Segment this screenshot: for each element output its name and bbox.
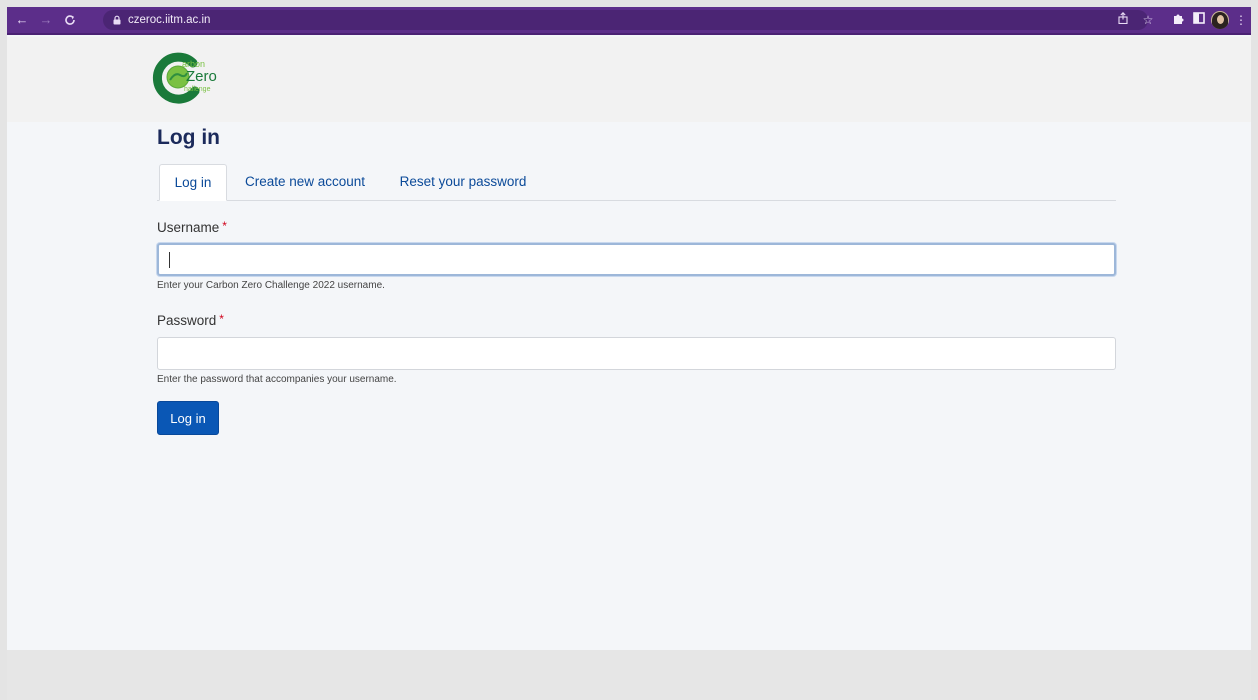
username-required-marker: *	[222, 219, 227, 233]
username-description: Enter your Carbon Zero Challenge 2022 us…	[157, 280, 385, 291]
tab-log-in[interactable]: Log in	[159, 164, 227, 201]
address-bar[interactable]: czeroc.iitm.ac.in	[103, 10, 1148, 30]
extensions-puzzle-icon[interactable]	[1170, 12, 1186, 28]
page-title: Log in	[157, 126, 220, 149]
tab-reset-password[interactable]: Reset your password	[389, 164, 537, 200]
logo-text-challenge: hallenge	[184, 86, 211, 93]
username-label: Username *	[157, 219, 227, 235]
username-input[interactable]	[157, 243, 1116, 276]
text-caret	[169, 252, 170, 268]
password-required-marker: *	[219, 312, 224, 326]
site-header: arbon Zero hallenge	[7, 37, 1251, 122]
username-label-text: Username	[157, 220, 220, 235]
side-panel-icon[interactable]	[1191, 12, 1207, 28]
menu-dots-icon[interactable]: ⋮	[1233, 12, 1249, 28]
tab-create-new-account[interactable]: Create new account	[235, 164, 375, 200]
bookmark-star-icon[interactable]: ☆	[1140, 12, 1156, 28]
back-arrow-icon[interactable]: ←	[13, 11, 31, 29]
logo-text-zero: Zero	[186, 68, 217, 85]
browser-toolbar: ← → czeroc.iitm.ac.in ☆ ⋮	[7, 7, 1251, 35]
browser-window: ← → czeroc.iitm.ac.in ☆ ⋮ arbon Zero hal…	[7, 7, 1251, 700]
password-label-text: Password	[157, 313, 217, 328]
password-label: Password *	[157, 312, 224, 328]
address-bar-url[interactable]: czeroc.iitm.ac.in	[128, 13, 210, 27]
carbon-zero-challenge-logo[interactable]: arbon Zero hallenge	[151, 49, 231, 109]
password-description: Enter the password that accompanies your…	[157, 374, 397, 385]
share-icon[interactable]	[1115, 12, 1131, 28]
forward-arrow-icon[interactable]: →	[37, 11, 55, 29]
reload-icon[interactable]	[61, 11, 79, 29]
log-in-button[interactable]: Log in	[157, 401, 219, 435]
lock-icon	[113, 15, 121, 25]
login-tabs: Log in Create new account Reset your pas…	[157, 164, 1116, 201]
password-input[interactable]	[157, 337, 1116, 370]
profile-avatar[interactable]	[1211, 11, 1229, 29]
page-footer	[7, 650, 1251, 700]
